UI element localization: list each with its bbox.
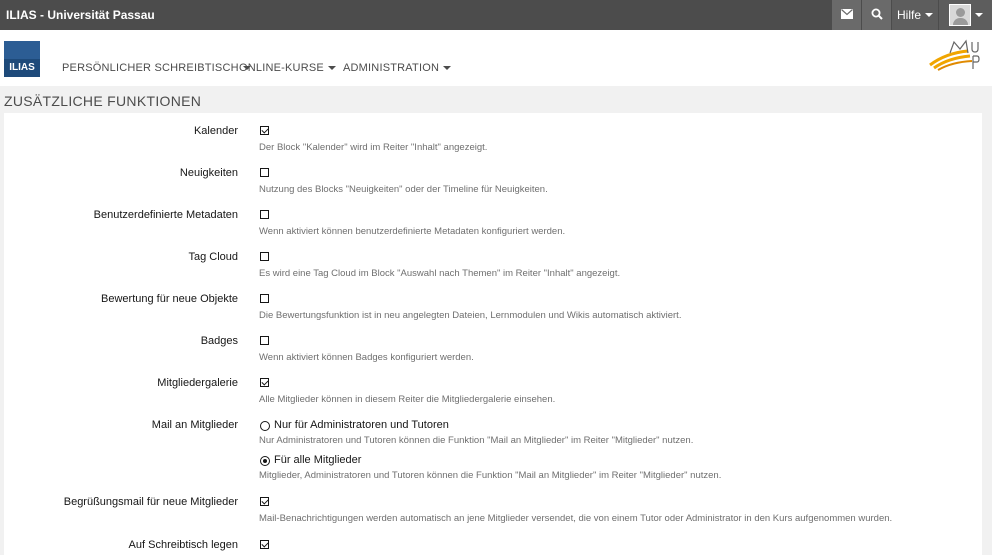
nav-administration[interactable]: ADMINISTRATION	[343, 30, 452, 86]
setting-description: Der Block "Kalender" wird im Reiter "Inh…	[259, 142, 488, 153]
setting-description: Es wird eine Tag Cloud im Block "Auswahl…	[259, 268, 621, 279]
chevron-down-icon	[974, 13, 983, 17]
chevron-down-icon	[925, 13, 933, 17]
help-label: Hilfe	[896, 8, 921, 22]
radio-option-label[interactable]: Für alle Mitglieder	[274, 454, 361, 466]
setting-label: Neuigkeiten	[179, 167, 238, 179]
setting-description: Wenn aktiviert können benutzerdefinierte…	[259, 226, 566, 237]
mail-admins-tutors-radio[interactable]	[260, 421, 270, 431]
chevron-down-icon	[327, 66, 336, 71]
calendar-checkbox[interactable]	[260, 126, 269, 135]
setting-label: Auf Schreibtisch legen	[128, 539, 238, 551]
nav-personal-desktop[interactable]: PERSÖNLICHER SCHREIBTISCH	[62, 30, 251, 86]
add-to-desktop-checkbox[interactable]	[260, 540, 269, 549]
setting-label: Badges	[200, 335, 238, 347]
help-menu-button[interactable]: Hilfe	[892, 0, 938, 30]
nav-online-courses[interactable]: ONLINE-KURSE	[239, 30, 336, 86]
setting-label: Begrüßungsmail für neue Mitglieder	[63, 496, 238, 508]
setting-description: Mitglieder, Administratoren und Tutoren …	[259, 470, 722, 481]
mail-all-members-radio[interactable]	[260, 456, 270, 466]
ilias-logo[interactable]: ILIAS	[4, 41, 40, 77]
top-bar: ILIAS - Universität Passau Hilfe	[0, 0, 992, 30]
setting-description: Nutzung des Blocks "Neuigkeiten" oder de…	[259, 184, 548, 195]
rating-checkbox[interactable]	[260, 294, 269, 303]
setting-description: Mail-Benachrichtigungen werden automatis…	[259, 513, 893, 524]
welcome-mail-checkbox[interactable]	[260, 497, 269, 506]
university-logo	[929, 39, 980, 71]
setting-label: Benutzerdefinierte Metadaten	[93, 209, 238, 221]
radio-option-label[interactable]: Nur für Administratoren und Tutoren	[274, 419, 449, 431]
setting-description: Wenn aktiviert können Badges konfigurier…	[259, 352, 474, 363]
tag-cloud-checkbox[interactable]	[260, 252, 269, 261]
search-icon	[871, 8, 883, 23]
mail-icon	[840, 8, 853, 22]
setting-label: Mitgliedergalerie	[157, 377, 238, 389]
setting-label: Mail an Mitglieder	[151, 419, 238, 431]
mail-button[interactable]	[832, 0, 861, 30]
settings-form: Kalender Der Block "Kalender" wird im Re…	[4, 113, 982, 555]
setting-description: Nur Administratoren und Tutoren können d…	[259, 435, 694, 446]
badges-checkbox[interactable]	[260, 336, 269, 345]
main-header: ILIAS PERSÖNLICHER SCHREIBTISCH ONLINE-K…	[0, 30, 992, 86]
user-avatar-icon	[948, 4, 971, 26]
page-title: ZUSÄTZLICHE FUNKTIONEN	[4, 93, 202, 109]
setting-label: Tag Cloud	[188, 251, 238, 263]
custom-metadata-checkbox[interactable]	[260, 210, 269, 219]
installation-title: ILIAS - Universität Passau	[6, 8, 155, 22]
member-gallery-checkbox[interactable]	[260, 378, 269, 387]
search-button[interactable]	[862, 0, 891, 30]
news-checkbox[interactable]	[260, 168, 269, 177]
setting-label: Kalender	[193, 125, 238, 137]
setting-label: Bewertung für neue Objekte	[101, 293, 238, 305]
user-menu-button[interactable]	[939, 0, 992, 30]
chevron-down-icon	[443, 66, 452, 71]
setting-description: Alle Mitglieder können in diesem Reiter …	[259, 394, 556, 405]
setting-description: Die Bewertungsfunktion ist in neu angele…	[259, 310, 682, 321]
